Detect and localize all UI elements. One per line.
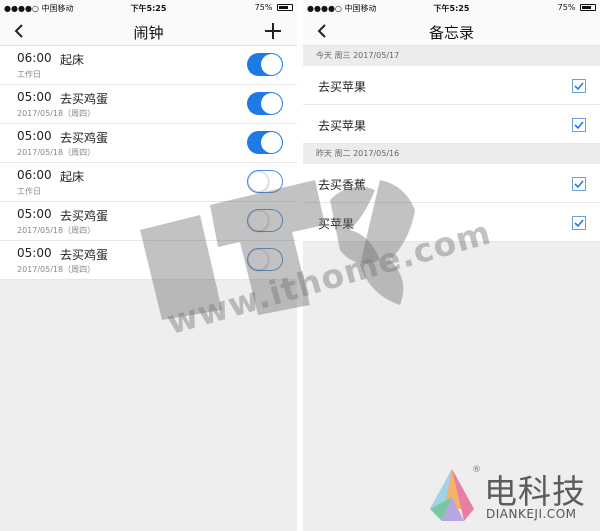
alarm-name: 去买鸡蛋 bbox=[60, 209, 109, 223]
add-icon[interactable] bbox=[263, 21, 283, 41]
checkmark-icon bbox=[574, 82, 584, 91]
nav-bar: 闹钟 bbox=[0, 16, 297, 46]
battery-percent: 75% bbox=[254, 3, 273, 12]
alarm-name: 去买鸡蛋 bbox=[60, 92, 109, 106]
diankeji-logo-icon bbox=[430, 469, 474, 521]
checkbox-icon[interactable] bbox=[572, 79, 586, 93]
alarm-repeat: 2017/05/18（周四） bbox=[17, 226, 96, 235]
alarm-time: 06:00 bbox=[17, 51, 52, 65]
toggle-knob bbox=[261, 132, 282, 153]
alarm-time: 05:00 bbox=[17, 207, 52, 221]
brand-name: 电科技 bbox=[484, 472, 586, 511]
alarm-row[interactable]: 06:00 起床 工作日 bbox=[0, 46, 297, 85]
status-right: 75% bbox=[255, 3, 293, 12]
battery-percent: 75% bbox=[557, 3, 576, 12]
checkbox-icon[interactable] bbox=[572, 118, 586, 132]
alarm-name: 去买鸡蛋 bbox=[60, 131, 109, 145]
nav-bar: 备忘录 bbox=[303, 16, 600, 46]
memo-text: 去买苹果 bbox=[318, 80, 367, 94]
status-time: 下午5:25 bbox=[433, 4, 470, 13]
alarm-toggle[interactable] bbox=[247, 53, 283, 76]
page-title: 备忘录 bbox=[428, 24, 474, 42]
checkbox-icon[interactable] bbox=[572, 177, 586, 191]
status-time: 下午5:25 bbox=[130, 4, 167, 13]
alarm-toggle[interactable] bbox=[247, 92, 283, 115]
alarm-repeat: 2017/05/18（周四） bbox=[17, 265, 96, 274]
brand-url: DIANKEJI.COM bbox=[486, 507, 577, 521]
section-header-today: 今天 周三 2017/05/17 bbox=[303, 46, 600, 66]
battery-icon bbox=[580, 4, 596, 11]
status-right: 75% bbox=[558, 3, 596, 12]
status-bar: ●●●●○ 中国移动 下午5:25 75% bbox=[303, 0, 600, 16]
alarm-repeat: 工作日 bbox=[17, 187, 41, 196]
checkbox-icon[interactable] bbox=[572, 216, 586, 230]
alarm-name: 起床 bbox=[60, 170, 85, 184]
alarm-name: 去买鸡蛋 bbox=[60, 248, 109, 262]
status-bar: ●●●●○ 中国移动 下午5:25 75% bbox=[0, 0, 297, 16]
toggle-knob bbox=[261, 54, 282, 75]
battery-icon bbox=[277, 4, 293, 11]
section-header-yesterday: 昨天 周二 2017/05/16 bbox=[303, 144, 600, 164]
alarm-row[interactable]: 05:00 去买鸡蛋 2017/05/18（周四） bbox=[0, 124, 297, 163]
alarm-time: 05:00 bbox=[17, 90, 52, 104]
checkmark-icon bbox=[574, 219, 584, 228]
alarm-name: 起床 bbox=[60, 53, 85, 67]
alarm-time: 05:00 bbox=[17, 246, 52, 260]
alarm-repeat: 2017/05/18（周四） bbox=[17, 148, 96, 157]
alarm-repeat: 工作日 bbox=[17, 70, 41, 79]
alarm-repeat: 2017/05/18（周四） bbox=[17, 109, 96, 118]
memo-item[interactable]: 去买苹果 bbox=[303, 105, 600, 144]
alarm-time: 06:00 bbox=[17, 168, 52, 182]
alarm-time: 05:00 bbox=[17, 129, 52, 143]
checkmark-icon bbox=[574, 180, 584, 189]
alarm-toggle[interactable] bbox=[247, 131, 283, 154]
memo-item[interactable]: 去买苹果 bbox=[303, 66, 600, 105]
page-title: 闹钟 bbox=[133, 24, 164, 42]
checkmark-icon bbox=[574, 121, 584, 130]
toggle-knob bbox=[261, 93, 282, 114]
memo-text: 去买苹果 bbox=[318, 119, 367, 133]
memo-group: 去买苹果 去买苹果 bbox=[303, 66, 600, 144]
alarm-row[interactable]: 05:00 去买鸡蛋 2017/05/18（周四） bbox=[0, 85, 297, 124]
registered-mark: ® bbox=[472, 465, 481, 475]
